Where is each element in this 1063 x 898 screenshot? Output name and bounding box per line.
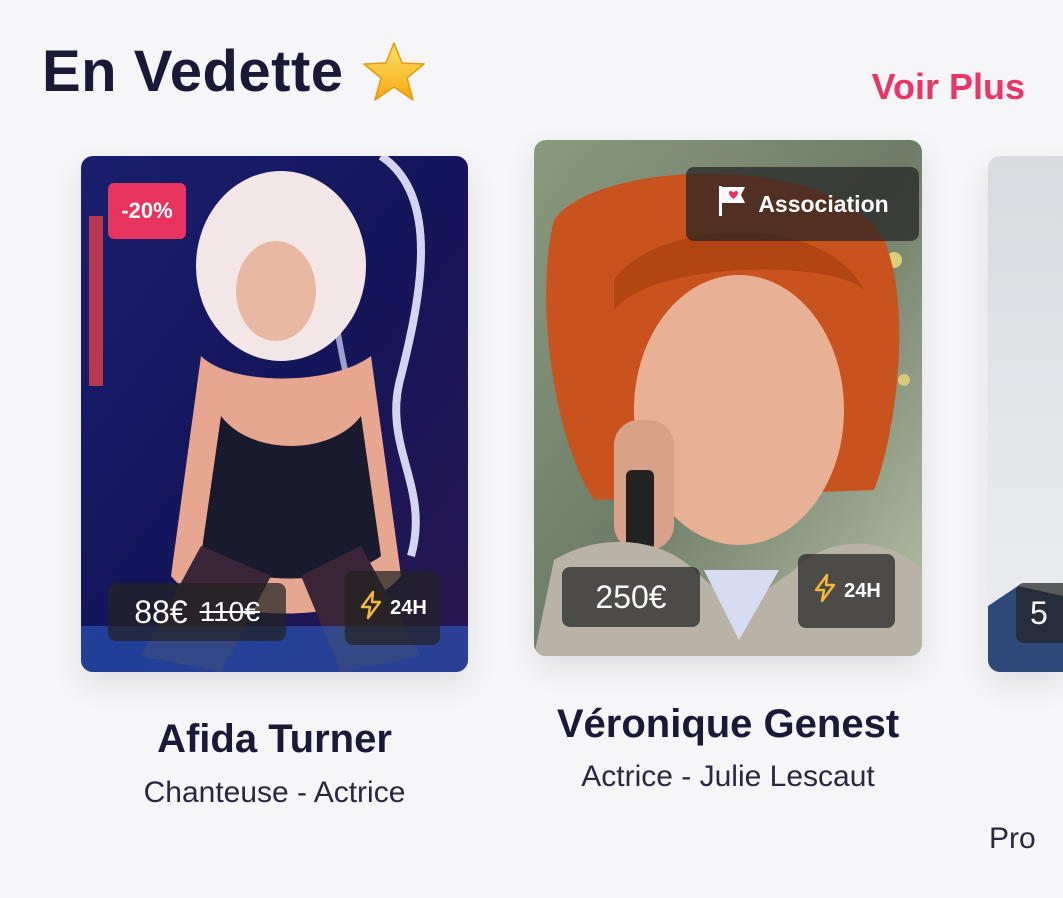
delivery-badge: 24H <box>798 554 895 628</box>
price-badge: 250€ <box>562 567 700 627</box>
discount-badge: -20% <box>108 183 186 239</box>
price-badge: 5 <box>1016 583 1063 643</box>
delivery-time: 24H <box>844 579 881 602</box>
talent-role: Chanteuse - Actrice <box>143 776 406 809</box>
talent-name[interactable]: Afida Turner <box>81 717 468 762</box>
section-title: En Vedette <box>42 38 426 105</box>
price-current: 5 <box>1030 594 1048 631</box>
talent-name[interactable]: Véronique Genest <box>490 702 966 747</box>
association-badge: Association <box>686 167 919 241</box>
price-current: 88€ <box>134 593 188 630</box>
price-original: 110€ <box>199 596 260 627</box>
delivery-time: 24H <box>390 596 427 619</box>
talent-role: Actrice - Julie Lescaut <box>581 760 875 793</box>
price-badge: 88€ 110€ <box>108 583 286 641</box>
flag-heart-icon <box>716 184 748 224</box>
lightning-icon <box>812 573 838 609</box>
delivery-badge: 24H <box>345 571 440 645</box>
see-more-link[interactable]: Voir Plus <box>872 66 1025 108</box>
talent-card-partial[interactable]: 5 <box>988 156 1063 672</box>
lightning-icon <box>358 590 384 626</box>
star-icon <box>362 40 426 104</box>
talent-card-veronique-genest[interactable]: Association 250€ 24H <box>534 140 922 656</box>
price-current: 250€ <box>595 578 667 615</box>
talent-role: Pro <box>989 822 1036 855</box>
association-label: Association <box>758 190 889 217</box>
talent-card-afida-turner[interactable]: -20% 88€ 110€ 24H <box>81 156 468 672</box>
section-title-text: En Vedette <box>42 39 344 104</box>
